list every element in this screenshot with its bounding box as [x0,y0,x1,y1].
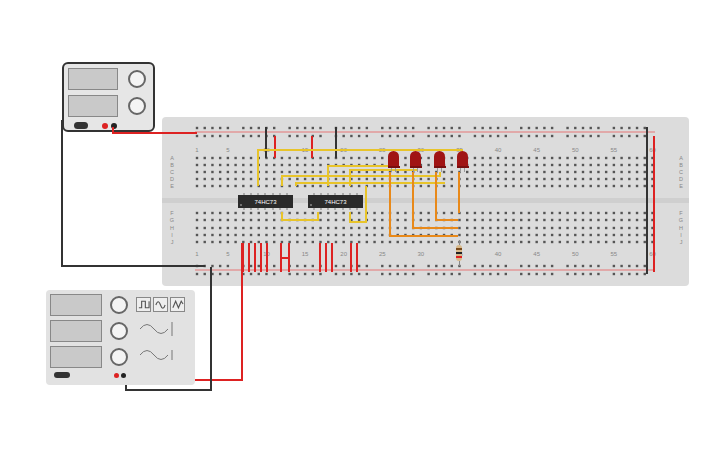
column-label: 5 [226,251,230,257]
row-label: D [679,176,683,182]
function-generator[interactable] [46,290,195,385]
amplitude-icon [136,320,176,338]
row-label: F [170,210,174,216]
resistor[interactable] [456,240,462,266]
breadboard-holes: 1510152025303540455055601510152025303540… [0,0,725,453]
column-label: 15 [302,251,309,257]
column-label: 45 [533,251,540,257]
row-label: H [170,225,174,231]
column-label: 10 [263,147,270,153]
row-label: E [170,183,174,189]
column-label: 25 [379,147,386,153]
column-label: 1 [195,251,199,257]
row-label: J [171,239,174,245]
ic-chip[interactable]: 74HC73 [308,193,363,210]
chip-label: 74HC73 [254,199,276,205]
generator-display [50,294,102,316]
row-label: G [679,217,683,223]
supply-knob[interactable] [128,70,146,88]
row-label: E [679,183,683,189]
column-label: 20 [340,147,347,153]
column-label: 30 [418,251,425,257]
circuit-canvas: 1510152025303540455055601510152025303540… [0,0,725,453]
ic-chip[interactable]: 74HC73 [238,193,293,210]
chip-label: 74HC73 [324,199,346,205]
column-label: 40 [495,251,502,257]
waveform-button[interactable] [170,297,185,312]
supply-knob[interactable] [128,97,146,115]
column-label: 50 [572,147,579,153]
column-label: 15 [302,147,309,153]
positive-terminal[interactable] [114,373,119,378]
column-label: 60 [649,251,656,257]
row-label: I [171,232,173,238]
generator-knob[interactable] [110,348,128,366]
generator-display [50,320,102,342]
positive-terminal[interactable] [102,123,108,129]
row-label: C [170,169,174,175]
generator-knob[interactable] [110,296,128,314]
column-label: 1 [195,147,199,153]
led[interactable] [388,151,399,172]
column-label: 10 [263,251,270,257]
supply-display [68,95,118,117]
row-label: J [680,239,683,245]
row-label: I [680,232,682,238]
offset-icon [136,346,176,364]
row-label: G [170,217,174,223]
negative-terminal[interactable] [111,123,117,129]
column-label: 25 [379,251,386,257]
led[interactable] [457,151,468,172]
sine-wave-icon [154,298,167,311]
row-label: C [679,169,683,175]
row-label: B [679,162,683,168]
column-label: 55 [611,251,618,257]
column-label: 60 [649,147,656,153]
row-label: B [170,162,174,168]
column-label: 50 [572,251,579,257]
square-wave-icon [137,298,150,311]
column-label: 45 [533,147,540,153]
led[interactable] [410,151,421,172]
triangle-wave-icon [171,298,184,311]
row-label: H [679,225,683,231]
wires [0,0,725,453]
row-label: D [170,176,174,182]
supply-display [68,68,118,90]
led[interactable] [434,151,445,172]
row-label: A [170,155,174,161]
row-label: F [679,210,683,216]
column-label: 20 [340,251,347,257]
power-supply[interactable] [62,62,155,132]
generator-knob[interactable] [110,322,128,340]
column-label: 55 [611,147,618,153]
power-switch[interactable] [74,122,88,129]
power-switch[interactable] [54,372,70,378]
column-label: 40 [495,147,502,153]
column-label: 5 [226,147,230,153]
generator-display [50,346,102,368]
waveform-button[interactable] [153,297,168,312]
negative-terminal[interactable] [121,373,126,378]
row-label: A [679,155,683,161]
waveform-button[interactable] [136,297,151,312]
